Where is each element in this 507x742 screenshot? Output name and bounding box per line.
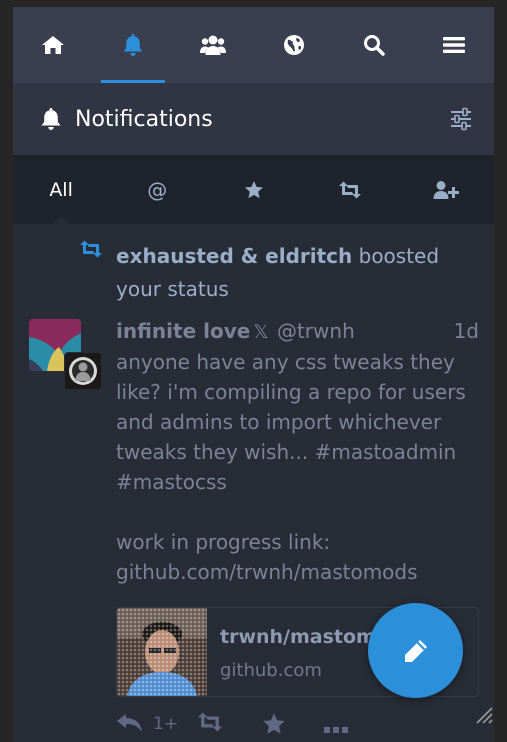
status-paragraph: anyone have any css tweaks they like? i'… xyxy=(116,350,466,494)
filter-mentions[interactable]: @ xyxy=(109,155,205,224)
tab-search[interactable] xyxy=(334,7,414,83)
favourite-button[interactable] xyxy=(261,712,287,740)
home-icon xyxy=(42,36,65,54)
tab-home[interactable] xyxy=(13,7,93,83)
resize-grip-icon[interactable] xyxy=(471,702,493,724)
booster-name[interactable]: exhausted & eldritch xyxy=(116,244,352,268)
account-handle: @trwnh xyxy=(276,319,355,343)
card-host: github.com xyxy=(220,660,322,681)
tab-bar xyxy=(13,7,494,83)
bell-icon xyxy=(41,108,61,130)
status-action-bar: 1+ xyxy=(116,712,476,742)
star-icon xyxy=(244,180,263,198)
compose-button[interactable] xyxy=(368,603,463,698)
boost-button[interactable] xyxy=(196,712,224,736)
booster-avatar[interactable] xyxy=(64,352,102,390)
tab-local[interactable] xyxy=(173,7,253,83)
retweet-icon xyxy=(197,712,223,732)
bell-icon xyxy=(123,34,143,56)
column-header: Notifications xyxy=(13,83,494,155)
tab-menu[interactable] xyxy=(414,7,494,83)
user-plus-icon xyxy=(433,180,459,199)
retweet-icon xyxy=(80,240,102,258)
star-icon xyxy=(263,713,285,734)
display-name: infinite love xyxy=(116,319,251,343)
status-content: anyone have any css tweaks they like? i'… xyxy=(116,347,476,587)
filter-follows[interactable] xyxy=(398,155,494,224)
reply-icon xyxy=(117,714,142,732)
menu-icon xyxy=(442,37,465,53)
x-icon: 𝕏 xyxy=(253,321,269,343)
reply-button[interactable] xyxy=(116,712,146,738)
filter-boosts[interactable] xyxy=(302,155,398,224)
tab-federated[interactable] xyxy=(254,7,334,83)
globe-icon xyxy=(283,35,304,55)
sliders-icon[interactable] xyxy=(450,107,472,131)
card-thumbnail xyxy=(117,608,207,696)
filter-all-label: All xyxy=(49,178,73,201)
page-title: Notifications xyxy=(75,106,213,132)
status-author[interactable]: infinite love 𝕏 @trwnh xyxy=(116,319,355,343)
search-icon xyxy=(363,35,385,56)
ellipsis-icon xyxy=(324,727,348,733)
pencil-icon xyxy=(404,639,427,662)
more-button[interactable] xyxy=(324,720,348,739)
filter-favourites[interactable] xyxy=(205,155,301,224)
reply-count: 1+ xyxy=(153,714,179,734)
filter-all[interactable]: All xyxy=(13,155,109,225)
status-time[interactable]: 1d xyxy=(454,319,479,343)
users-icon xyxy=(200,35,227,55)
tab-notifications[interactable] xyxy=(93,7,173,83)
app-frame: Notifications All @ exhausted & eldritch… xyxy=(0,0,507,742)
notification-filter-bar: All @ xyxy=(13,155,494,225)
filter-mentions-label: @ xyxy=(147,177,168,202)
notification-prepend: exhausted & eldritch boosted your status xyxy=(116,240,476,306)
status-paragraph: work in progress link: github.com/trwnh/… xyxy=(116,530,418,584)
booster-avatar-image xyxy=(65,353,101,389)
retweet-icon xyxy=(338,181,361,198)
